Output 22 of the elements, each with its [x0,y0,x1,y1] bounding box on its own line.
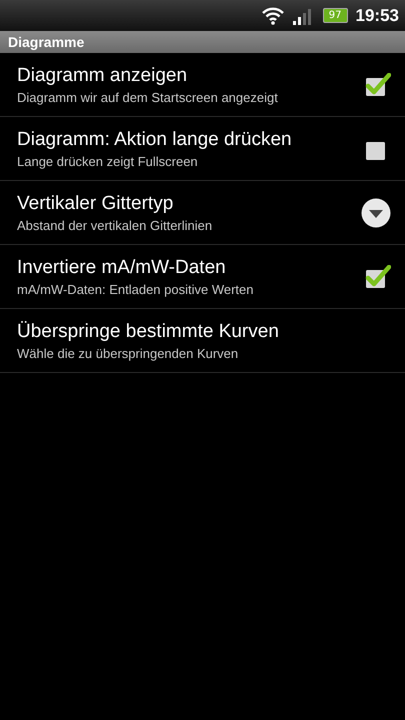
battery-indicator: 97 [322,8,348,23]
dropdown-icon[interactable] [361,198,391,228]
preference-item[interactable]: Vertikaler Gittertyp Abstand der vertikalen Gitterlinien [0,181,405,245]
preference-title: Diagramm anzeigen [17,64,188,86]
preference-title: Vertikaler Gittertyp [17,192,174,214]
preference-summary: Diagramm wir auf dem Startscreen angezeigt [17,90,279,104]
preference-title: Invertiere mA/mW-Daten [17,256,227,278]
preference-summary: mA/mW-Daten: Entladen positive Werten [17,282,255,296]
checked-checkbox[interactable] [365,72,391,96]
preference-summary: Wähle die zu überspringenden Kurven [17,346,240,360]
preference-title: Überspringe bestimmte Kurven [17,320,280,342]
preference-title: Diagramm: Aktion lange drücken [17,128,293,150]
section-title: Diagramme [8,34,84,50]
wifi-icon [260,6,285,26]
preference-item[interactable]: Überspringe bestimmte Kurven Wähle die zu überspringenden Kurven [0,309,405,373]
preference-summary: Abstand der vertikalen Gitterlinien [17,218,214,232]
preference-summary: Lange drücken zeigt Fullscreen [17,154,199,168]
preference-item[interactable]: Diagramm: Aktion lange drücken Lange drücken zeigt Fullscreen [0,117,405,181]
preference-item[interactable]: Diagramm anzeigen Diagramm wir auf dem Startscreen angezeigt [0,53,405,117]
preference-item[interactable]: Invertiere mA/mW-Daten mA/mW-Daten: Entladen positive Werten [0,245,405,309]
checked-checkbox[interactable] [365,264,391,288]
clock: 19:53 [356,6,399,26]
